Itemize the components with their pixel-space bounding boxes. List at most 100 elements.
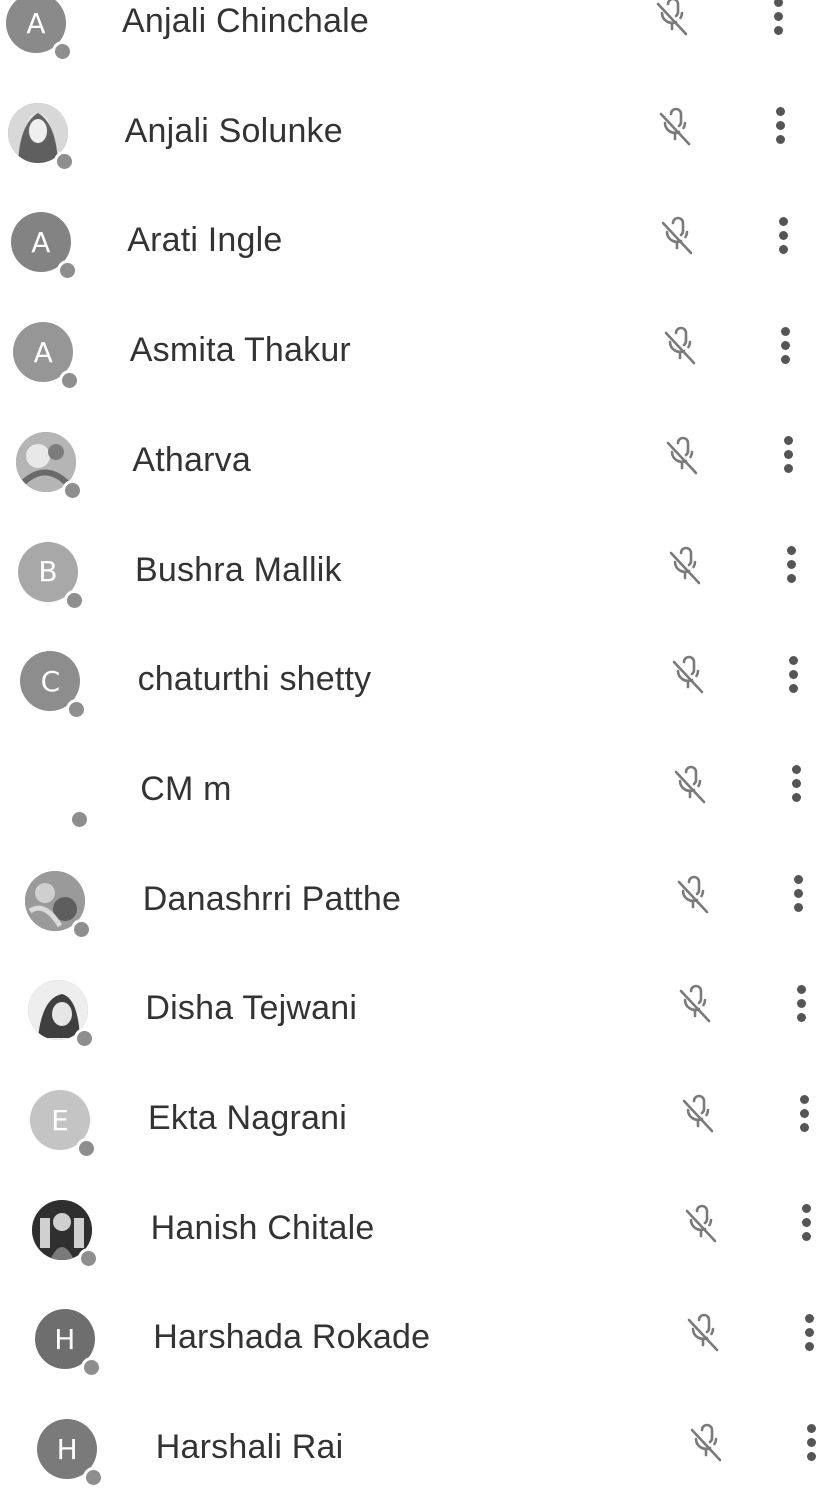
more-vert-icon-dot <box>796 1012 806 1022</box>
mic-off-button[interactable] <box>661 543 709 591</box>
more-vert-icon <box>783 436 793 446</box>
status-dot <box>71 918 93 940</box>
more-options-button[interactable] <box>789 979 813 1027</box>
mic-off-icon <box>659 107 690 145</box>
more-options-button[interactable] <box>766 0 790 40</box>
avatar-container <box>32 1199 100 1269</box>
mic-off-button[interactable] <box>671 981 719 1029</box>
participant-row[interactable]: A Asmita Thakur <box>0 295 817 405</box>
more-options-button[interactable] <box>779 541 803 589</box>
more-vert-icon-dot <box>773 11 783 21</box>
participant-row[interactable]: E Ekta Nagrani <box>0 1063 817 1173</box>
mic-off-icon <box>680 985 711 1023</box>
more-vert-icon-dot <box>791 779 801 789</box>
participant-name: Anjali Chinchale <box>122 2 370 40</box>
participant-name: Arati Ingle <box>127 221 283 260</box>
status-dot <box>66 699 88 721</box>
more-vert-icon-dot <box>804 1327 814 1337</box>
status-dot <box>64 589 85 611</box>
participant-row[interactable]: Atharva <box>0 405 817 515</box>
mic-off-button[interactable] <box>658 433 706 481</box>
more-vert-icon <box>796 984 806 994</box>
more-vert-icon-dot <box>807 1437 817 1447</box>
mic-off-button[interactable] <box>653 213 701 261</box>
participant-row[interactable]: H Harshali Rai <box>0 1392 817 1502</box>
more-vert-icon-dot <box>789 683 799 693</box>
participant-name: Ekta Nagrani <box>148 1099 347 1137</box>
more-options-button[interactable] <box>797 1308 817 1356</box>
participant-name: Hanish Chitale <box>150 1208 375 1247</box>
participant-row[interactable]: Anjali Solunke <box>0 76 817 186</box>
more-options-button[interactable] <box>774 321 798 369</box>
more-vert-icon <box>773 0 783 7</box>
participant-row[interactable]: CM m <box>0 734 817 844</box>
more-options-button[interactable] <box>771 211 795 259</box>
participant-row[interactable]: C chaturthi shetty <box>0 624 817 734</box>
participant-row[interactable]: Hanish Chitale <box>0 1173 817 1283</box>
more-vert-icon <box>776 107 786 117</box>
more-vert-icon <box>781 326 791 336</box>
mic-off-icon <box>674 765 706 804</box>
more-vert-icon-dot <box>786 560 796 569</box>
more-options-button[interactable] <box>800 1418 817 1466</box>
more-options-button[interactable] <box>782 650 806 698</box>
participant-name: Harshada Rokade <box>153 1318 431 1357</box>
more-options-button[interactable] <box>769 102 793 150</box>
mic-off-button[interactable] <box>669 872 717 920</box>
mic-off-button[interactable] <box>674 1091 722 1139</box>
status-dot <box>80 1357 102 1379</box>
more-options-button[interactable] <box>784 760 808 808</box>
more-options-button[interactable] <box>795 1199 817 1247</box>
more-vert-icon <box>786 546 796 555</box>
more-vert-icon-dot <box>783 450 793 460</box>
mic-off-icon <box>672 655 703 694</box>
more-vert-icon-dot <box>789 669 799 679</box>
mic-off-icon <box>690 1423 722 1462</box>
more-options-button[interactable] <box>776 431 800 479</box>
mic-off-button[interactable] <box>648 0 696 42</box>
participant-name: chaturthi shetty <box>137 660 372 699</box>
mic-off-button[interactable] <box>679 1310 727 1358</box>
participant-row[interactable]: A Arati Ingle <box>0 185 817 295</box>
mic-off-icon <box>669 546 701 584</box>
avatar-container: B <box>18 541 85 611</box>
participant-row[interactable]: B Bushra Mallik <box>0 515 817 625</box>
mic-off-button[interactable] <box>682 1420 730 1468</box>
more-vert-icon-dot <box>807 1451 817 1461</box>
mic-off-button[interactable] <box>666 762 714 810</box>
status-dot <box>52 41 73 62</box>
mic-off-button[interactable] <box>677 1201 725 1249</box>
more-vert-icon-dot <box>796 998 806 1008</box>
avatar-container: C <box>20 651 88 721</box>
more-options-button[interactable] <box>787 870 811 918</box>
avatar-container: A <box>10 212 78 282</box>
participant-name: Asmita Thakur <box>129 331 351 370</box>
avatar-container <box>25 870 93 940</box>
avatar-container: E <box>30 1090 97 1159</box>
mic-off-icon <box>667 436 698 475</box>
more-vert-icon <box>804 1313 814 1323</box>
avatar-container: A <box>13 322 81 392</box>
participant-row[interactable]: H Harshada Rokade <box>0 1282 817 1392</box>
more-vert-icon <box>789 655 799 665</box>
more-vert-icon <box>791 765 801 775</box>
participant-row[interactable]: Danashrri Patthe <box>0 844 817 954</box>
mic-off-button[interactable] <box>651 104 699 152</box>
status-dot <box>76 1138 97 1159</box>
more-vert-icon-dot <box>794 903 804 913</box>
more-vert-icon-dot <box>802 1232 812 1242</box>
mic-off-button[interactable] <box>664 652 712 700</box>
more-vert-icon-dot <box>791 793 801 803</box>
status-dot <box>54 150 76 172</box>
more-vert-icon <box>802 1204 812 1214</box>
more-options-button[interactable] <box>792 1089 816 1137</box>
participant-row[interactable]: A Anjali Chinchale <box>0 0 817 76</box>
participant-row[interactable]: Disha Tejwani <box>0 953 817 1063</box>
participant-name: CM m <box>140 769 232 808</box>
more-vert-icon-dot <box>776 121 786 131</box>
mic-off-icon <box>656 0 688 36</box>
more-vert-icon-dot <box>804 1341 814 1351</box>
avatar-container: H <box>37 1419 105 1489</box>
mic-off-button[interactable] <box>656 323 704 371</box>
participant-name: Anjali Solunke <box>124 111 343 150</box>
